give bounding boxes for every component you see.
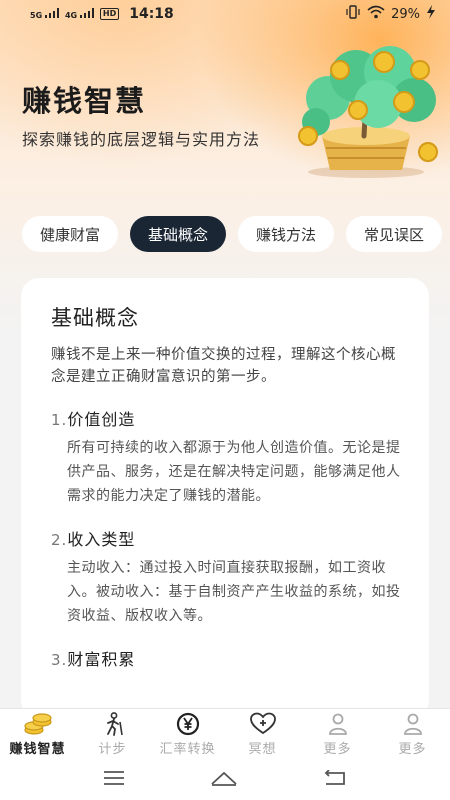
section-income-types: 2. 收入类型 主动收入：通过投入时间直接获取报酬，如工资收入。被动收入：基于自… — [51, 526, 407, 628]
nav-pedometer[interactable]: 计步 — [75, 712, 150, 757]
back-icon[interactable] — [323, 769, 347, 790]
section-heading: 3. 财富积累 — [51, 646, 407, 670]
signal-4g-icon: 4G — [65, 8, 94, 20]
section-wealth-accumulation: 3. 财富积累 — [51, 646, 407, 670]
yen-icon — [176, 712, 200, 736]
nav-money-wisdom[interactable]: 赚钱智慧 — [0, 712, 75, 757]
section-value-creation: 1. 价值创造 所有可持续的收入都源于为他人创造价值。无论是提供产品、服务，还是… — [51, 406, 407, 508]
signal-5g-icon: 5G — [30, 8, 59, 20]
nav-label: 汇率转换 — [159, 742, 216, 757]
section-title: 收入类型 — [67, 530, 136, 549]
section-number: 1. — [51, 411, 68, 429]
page-subtitle: 探索赚钱的底层逻辑与实用方法 — [22, 130, 261, 149]
section-body: 所有可持续的收入都源于为他人创造价值。无论是提供产品、服务，还是在解决特定问题，… — [67, 440, 401, 504]
person-icon — [402, 712, 424, 736]
nav-label: 更多 — [398, 742, 427, 757]
signal-4g-label: 4G — [64, 11, 78, 20]
signal-5g-label: 5G — [30, 11, 43, 20]
battery-percent: 29% — [391, 6, 420, 22]
section-heading: 2. 收入类型 — [51, 526, 407, 550]
section-number: 2. — [51, 531, 68, 549]
content-card: 基础概念 赚钱不是上来一种价值交换的过程，理解这个核心概念是建立正确财富意识的第… — [21, 278, 429, 718]
card-intro: 赚钱不是上来一种价值交换的过程，理解这个核心概念是建立正确财富意识的第一步。 — [51, 347, 396, 385]
vibrate-icon — [345, 5, 361, 23]
tab-common-mistakes[interactable]: 常见误区 — [346, 216, 443, 252]
category-tabs: 健康财富 基础概念 赚钱方法 常见误区 — [22, 216, 450, 252]
status-bar: 5G 4G HD 14:18 29% — [0, 0, 450, 28]
hd-badge: HD — [99, 8, 120, 20]
section-title: 价值创造 — [67, 410, 136, 429]
coins-icon — [23, 712, 52, 736]
clock: 14:18 — [129, 6, 174, 22]
nav-label: 计步 — [98, 742, 127, 757]
section-number: 3. — [51, 651, 68, 669]
status-left: 5G 4G HD 14:18 — [30, 6, 174, 22]
nav-label: 冥想 — [248, 742, 277, 757]
card-title: 基础概念 — [51, 306, 139, 330]
heart-plus-icon — [249, 712, 276, 736]
nav-exchange-rate[interactable]: 汇率转换 — [150, 712, 225, 757]
nav-more-1[interactable]: 更多 — [300, 712, 375, 757]
nav-more-2[interactable]: 更多 — [375, 712, 450, 757]
hiker-icon — [102, 712, 124, 736]
tab-money-methods[interactable]: 赚钱方法 — [238, 216, 335, 252]
status-right: 29% — [345, 5, 436, 23]
menu-icon[interactable] — [103, 770, 125, 790]
nav-label: 更多 — [323, 742, 352, 757]
bottom-nav: 赚钱智慧 计步 汇率转换 冥想 更多 更多 — [0, 708, 450, 760]
system-nav-bar — [0, 760, 450, 800]
page-title: 赚钱智慧 — [22, 84, 147, 118]
section-title: 财富积累 — [67, 650, 136, 669]
nav-meditation[interactable]: 冥想 — [225, 712, 300, 757]
money-tree-illustration — [286, 40, 446, 180]
tab-health-wealth[interactable]: 健康财富 — [22, 216, 119, 252]
wifi-icon — [367, 5, 385, 23]
section-body: 主动收入：通过投入时间直接获取报酬，如工资收入。被动收入：基于自制资产产生收益的… — [67, 560, 401, 624]
home-icon[interactable] — [210, 770, 238, 790]
section-heading: 1. 价值创造 — [51, 406, 407, 430]
person-icon — [327, 712, 349, 736]
nav-label: 赚钱智慧 — [9, 742, 66, 757]
tab-basic-concepts[interactable]: 基础概念 — [130, 216, 227, 252]
charging-icon — [426, 5, 436, 23]
